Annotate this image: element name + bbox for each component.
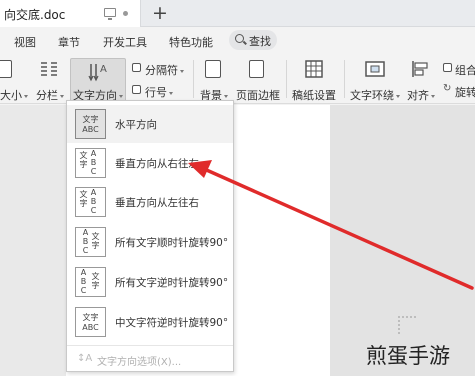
document-tab[interactable]: 向交底.doc: [0, 0, 141, 27]
search-label: 查找: [249, 35, 271, 48]
watermark-text: 煎蛋手游: [366, 344, 450, 368]
menu-item-label: 所有文字顺时针旋转90°: [115, 237, 229, 249]
menu-item-horizontal[interactable]: 文字 ABC 水平方向: [67, 105, 233, 143]
grid-paper-icon: [305, 60, 323, 78]
columns-button[interactable]: 分栏: [36, 54, 66, 104]
align-label: 对齐: [407, 89, 429, 102]
background-button[interactable]: 背景: [198, 54, 232, 104]
text-direction-menu: 文字 ABC 水平方向 文字 ABC 垂直方向从右往左 文字 ABC 垂直方向从…: [66, 100, 234, 372]
ribbon-toolbar: 大小 分栏 A 文字方向 分隔符 行号 背景 页面边框 稿纸设置 文字环绕 对齐…: [0, 54, 475, 104]
align-icon: [412, 61, 428, 77]
rotate-button[interactable]: ↻ 旋转: [441, 54, 475, 104]
svg-text:A: A: [100, 64, 107, 75]
rotate-counterclockwise-text-icon: ABC 文字: [75, 267, 106, 297]
new-tab-button[interactable]: +: [152, 2, 168, 24]
page-size-icon: [0, 60, 12, 78]
text-options-icon: ↕A: [77, 353, 93, 364]
search-icon: [235, 34, 244, 43]
columns-label: 分栏: [36, 89, 58, 102]
text-direction-button[interactable]: A 文字方向: [70, 58, 126, 102]
line-number-label: 行号: [145, 86, 167, 99]
menu-sections[interactable]: 章节: [58, 34, 80, 50]
text-wrap-label: 文字环绕: [350, 89, 394, 102]
vertical-rtl-text-icon: 文字 ABC: [75, 148, 106, 178]
document-margin-left: [0, 105, 66, 376]
text-wrap-icon: [365, 61, 385, 77]
manuscript-settings-button[interactable]: 稿纸设置: [290, 54, 340, 104]
text-direction-icon: A: [88, 64, 107, 82]
document-tab-title: 向交底.doc: [4, 8, 66, 22]
menu-view[interactable]: 视图: [14, 34, 36, 50]
page-border-icon: [249, 60, 264, 78]
menu-item-vertical-right-to-left[interactable]: 文字 ABC 垂直方向从右往左: [67, 144, 233, 182]
rotate-clockwise-text-icon: ABC 文字: [75, 227, 106, 257]
page-border-button[interactable]: 页面边框: [236, 54, 284, 104]
menu-item-rotate-counterclockwise[interactable]: ABC 文字 所有文字逆时针旋转90°: [67, 263, 233, 301]
menu-item-chinese-rotate[interactable]: 文字 ABC 中文字符逆时针旋转90°: [67, 303, 233, 341]
text-direction-options-label: 文字方向选项(X)...: [97, 357, 182, 368]
menu-item-rotate-clockwise[interactable]: ABC 文字 所有文字顺时针旋转90°: [67, 223, 233, 261]
menu-item-label: 所有文字逆时针旋转90°: [115, 277, 229, 289]
vertical-ltr-text-icon: 文字 ABC: [75, 187, 106, 217]
search-button[interactable]: 查找: [229, 30, 277, 50]
line-number-button[interactable]: 行号: [130, 54, 190, 104]
text-direction-options-item[interactable]: ↕A 文字方向选项(X)...: [67, 345, 233, 371]
line-number-icon: [132, 85, 141, 94]
background-icon: [205, 60, 221, 78]
menu-bar: 视图 章节 开发工具 特色功能 查找: [0, 27, 475, 54]
chinese-rotate-text-icon: 文字 ABC: [75, 307, 106, 337]
document-margin-right: [330, 105, 475, 376]
menu-item-label: 垂直方向从左往右: [115, 197, 199, 209]
columns-icon: [41, 62, 57, 76]
menu-item-label: 水平方向: [115, 119, 157, 131]
monitor-icon[interactable]: [104, 8, 116, 20]
menu-developer-tools[interactable]: 开发工具: [103, 34, 147, 50]
menu-special-features[interactable]: 特色功能: [169, 34, 213, 50]
text-wrap-button[interactable]: 文字环绕: [348, 54, 404, 104]
ribbon-divider: [344, 60, 345, 98]
page-border-label: 页面边框: [236, 89, 280, 102]
menu-item-label: 垂直方向从右往左: [115, 158, 199, 170]
rotate-label: 旋转: [455, 86, 475, 99]
ribbon-divider: [286, 60, 287, 98]
menu-item-vertical-left-to-right[interactable]: 文字 ABC 垂直方向从左往右: [67, 183, 233, 221]
align-button[interactable]: 对齐: [404, 54, 438, 104]
rotate-icon: ↻: [443, 83, 452, 94]
horizontal-text-icon: 文字 ABC: [75, 109, 106, 139]
menu-item-label: 中文字符逆时针旋转90°: [115, 317, 229, 329]
size-label: 大小: [0, 89, 22, 102]
ribbon-divider: [193, 60, 194, 98]
size-button[interactable]: 大小: [0, 54, 30, 104]
page-corner-marker: [398, 316, 416, 334]
title-bar: 向交底.doc +: [0, 0, 475, 27]
manuscript-settings-label: 稿纸设置: [292, 89, 336, 102]
unsaved-dot-icon: [123, 11, 128, 16]
